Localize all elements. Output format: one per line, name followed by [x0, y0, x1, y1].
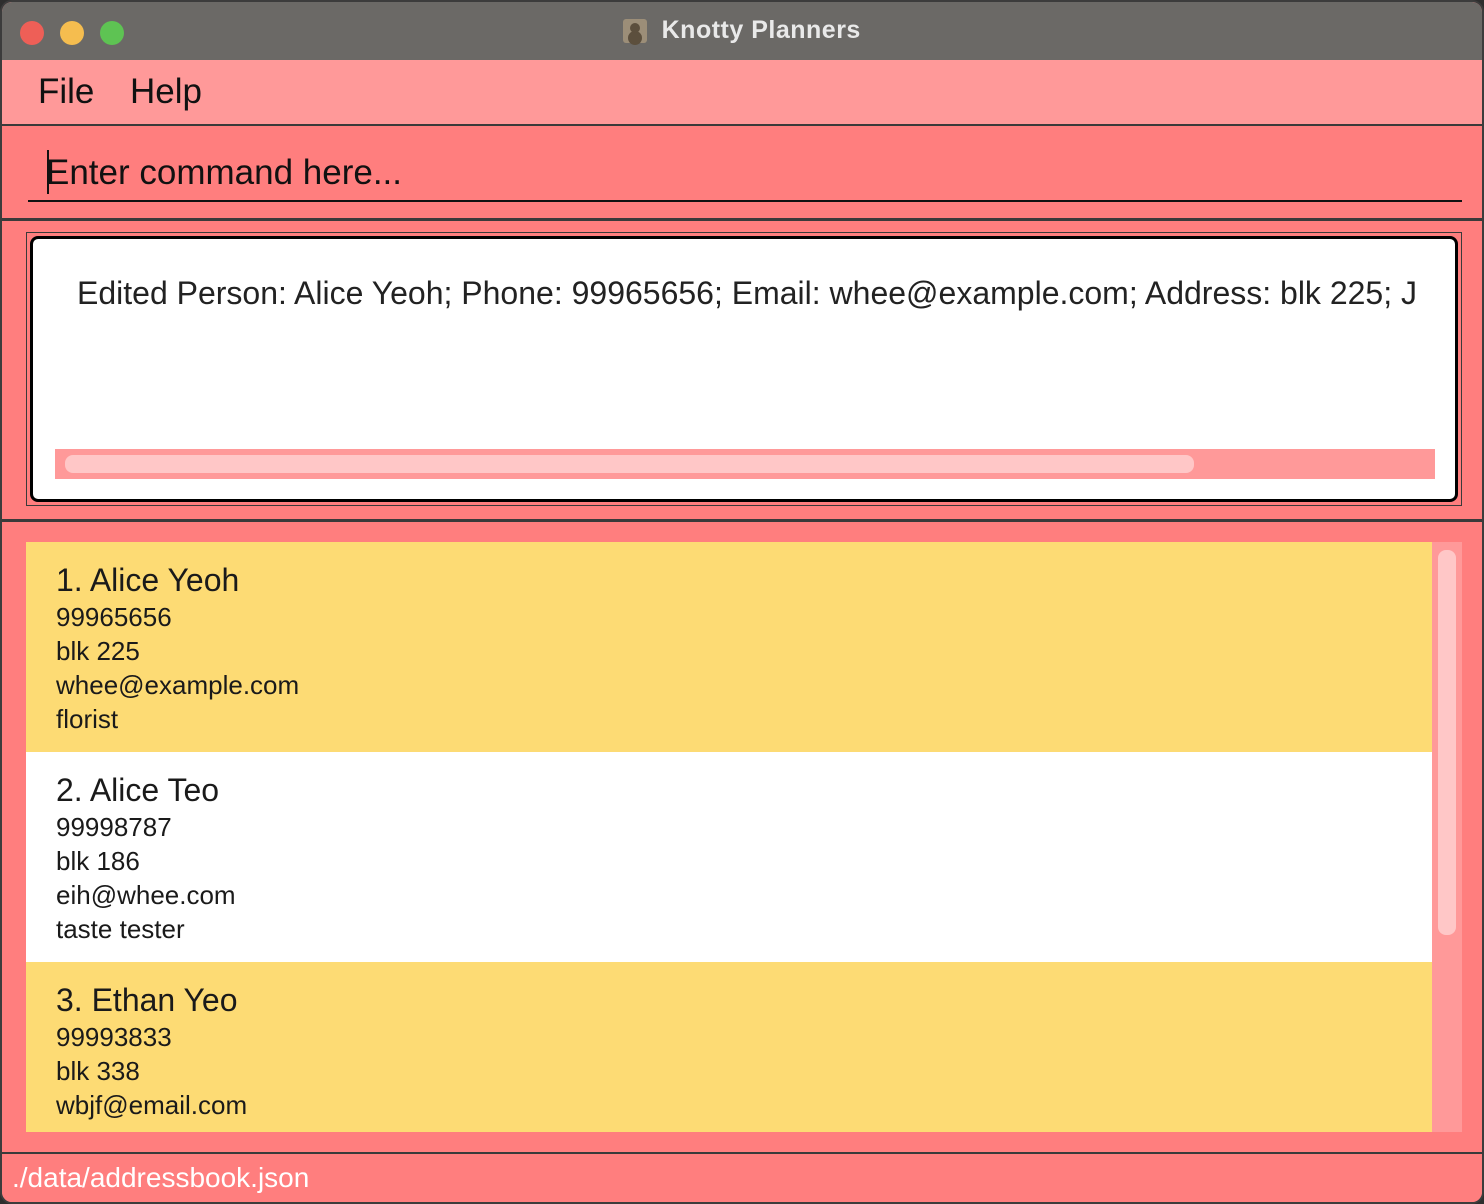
result-display-frame: Edited Person: Alice Yeoh; Phone: 999656… — [26, 232, 1462, 506]
person-card[interactable]: 1. Alice Yeoh 99965656 blk 225 whee@exam… — [26, 542, 1432, 752]
person-job: taste tester — [56, 914, 185, 944]
command-box — [2, 126, 1482, 221]
window-title-group: Knotty Planners — [2, 16, 1482, 46]
person-phone: 99965656 — [56, 602, 172, 632]
result-message: Edited Person: Alice Yeoh; Phone: 999656… — [77, 275, 1417, 311]
person-phone: 99993833 — [56, 1022, 172, 1052]
person-address: blk 186 — [56, 846, 140, 876]
title-bar[interactable]: Knotty Planners — [2, 2, 1482, 61]
person-email: whee@example.com — [56, 670, 300, 700]
address-book-icon — [623, 18, 648, 43]
menu-bar: File Help — [2, 60, 1482, 126]
person-email: wbjf@email.com — [56, 1090, 248, 1120]
person-list[interactable]: 1. Alice Yeoh 99965656 blk 225 whee@exam… — [26, 542, 1462, 1132]
list-scrollbar-thumb[interactable] — [1438, 550, 1456, 935]
result-display-panel: Edited Person: Alice Yeoh; Phone: 999656… — [2, 221, 1482, 522]
result-scrollbar-thumb[interactable] — [65, 455, 1194, 473]
person-name: 2. Alice Teo — [56, 772, 220, 808]
result-horizontal-scrollbar[interactable] — [55, 449, 1435, 479]
person-address: blk 225 — [56, 636, 140, 666]
person-name: 1. Alice Yeoh — [56, 562, 240, 598]
person-name: 3. Ethan Yeo — [56, 982, 238, 1018]
status-bar: ./data/addressbook.json — [2, 1154, 1482, 1202]
text-caret — [47, 150, 49, 194]
result-display[interactable]: Edited Person: Alice Yeoh; Phone: 999656… — [30, 236, 1458, 502]
save-location: ./data/addressbook.json — [12, 1162, 310, 1193]
menu-file[interactable]: File — [38, 72, 94, 112]
command-input[interactable] — [28, 146, 1462, 202]
person-card[interactable]: 2. Alice Teo 99998787 blk 186 eih@whee.c… — [26, 752, 1432, 962]
person-email: eih@whee.com — [56, 880, 236, 910]
list-vertical-scrollbar[interactable] — [1432, 542, 1462, 1132]
person-job: florist — [56, 704, 119, 734]
window-title: Knotty Planners — [661, 16, 861, 44]
person-card[interactable]: 3. Ethan Yeo 99993833 blk 338 wbjf@email… — [26, 962, 1432, 1132]
menu-help[interactable]: Help — [130, 72, 202, 112]
person-phone: 99998787 — [56, 812, 172, 842]
person-address: blk 338 — [56, 1056, 140, 1086]
person-list-panel: 1. Alice Yeoh 99965656 blk 225 whee@exam… — [2, 522, 1482, 1154]
app-window: Knotty Planners File Help Edited Person:… — [0, 0, 1484, 1204]
